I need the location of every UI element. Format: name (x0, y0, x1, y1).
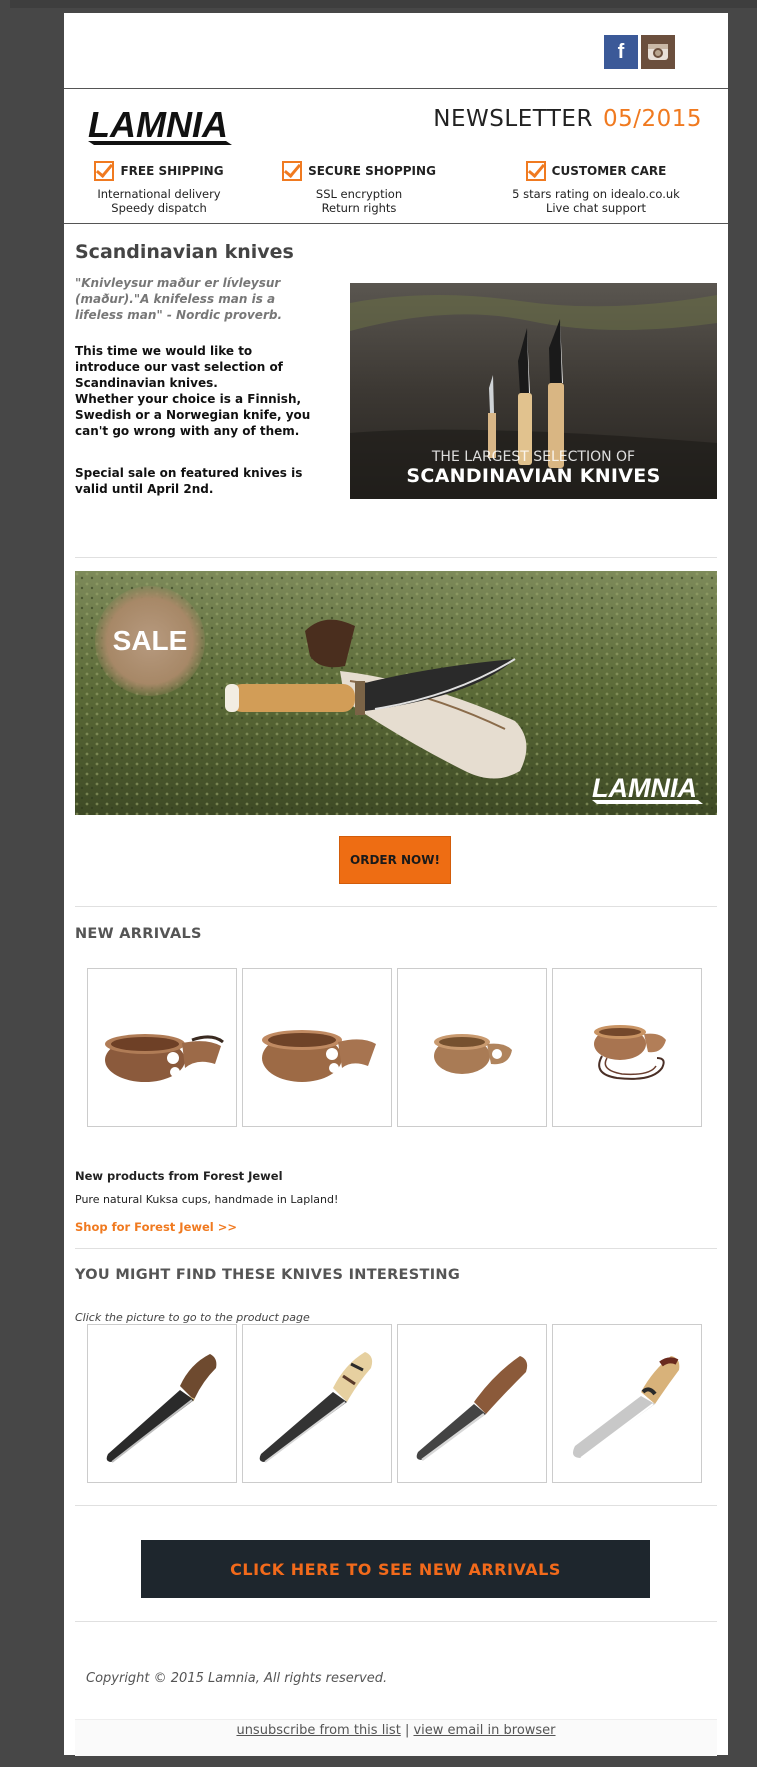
feature-line: Live chat support (545, 201, 647, 215)
knife-tile-2[interactable] (242, 1324, 392, 1483)
section-title-scandinavian-knives: Scandinavian knives (75, 241, 294, 263)
footer-links: unsubscribe from this list | view email … (64, 1723, 728, 1738)
feature-customer-care: CUSTOMER CARE 5 stars rating on idealo.c… (464, 161, 728, 215)
copyright-text: Copyright © 2015 Lamnia, All rights rese… (86, 1671, 388, 1686)
svg-text:LAMNIA: LAMNIA (592, 773, 697, 803)
divider (75, 1505, 717, 1506)
instagram-icon[interactable] (641, 35, 675, 69)
divider (75, 557, 717, 558)
feature-secure-shopping: SECURE SHOPPING SSL encryption Return ri… (254, 161, 464, 215)
knife-tile-4[interactable] (552, 1324, 702, 1483)
see-new-arrivals-button[interactable]: CLICK HERE TO SEE NEW ARRIVALS (141, 1540, 650, 1598)
feature-line: Speedy dispatch (111, 201, 207, 215)
feature-line: International delivery (97, 187, 221, 201)
intro-text: This time we would like to introduce our… (75, 343, 320, 439)
product-tile-kuksa-4[interactable] (552, 968, 702, 1127)
knife-tile-3[interactable] (397, 1324, 547, 1483)
caption-line: SCANDINAVIAN KNIVES (406, 465, 661, 487)
new-arrivals-grid (87, 968, 702, 1127)
feature-title: FREE SHIPPING (120, 164, 224, 178)
top-strip (10, 0, 757, 8)
feature-title: SECURE SHOPPING (308, 164, 436, 178)
new-arrivals-title: NEW ARRIVALS (75, 926, 202, 942)
footer-separator: | (404, 1723, 410, 1738)
feature-free-shipping: FREE SHIPPING International delivery Spe… (64, 161, 254, 215)
social-links: f (604, 35, 675, 69)
sale-badge: SALE (95, 586, 205, 696)
issue-number: 05/2015 (602, 106, 702, 132)
knives-grid (87, 1324, 702, 1483)
newsletter-container: f LAMNIA NEWSLETTER 05/2015 FREE SHIPPING… (64, 13, 728, 1756)
intro-paragraph: This time we would like to introduce our… (75, 344, 283, 390)
facebook-icon[interactable]: f (604, 35, 638, 69)
check-icon (94, 161, 115, 181)
new-products-description: Pure natural Kuksa cups, handmade in Lap… (75, 1193, 339, 1206)
divider (75, 906, 717, 907)
newsletter-heading: NEWSLETTER 05/2015 (433, 106, 702, 132)
divider (75, 1248, 717, 1249)
sale-note: Special sale on featured knives is valid… (75, 466, 303, 496)
knife-tile-1[interactable] (87, 1324, 237, 1483)
product-tile-kuksa-1[interactable] (87, 968, 237, 1127)
feature-line: Return rights (321, 201, 397, 215)
feature-line: 5 stars rating on idealo.co.uk (512, 187, 680, 201)
features-divider (64, 223, 728, 224)
knives-interesting-title: YOU MIGHT FIND THESE KNIVES INTERESTING (75, 1267, 461, 1283)
order-now-button[interactable]: ORDER NOW! (339, 836, 451, 884)
intro-paragraph: Whether your choice is a Finnish, Swedis… (75, 392, 311, 438)
header-divider (64, 88, 728, 89)
check-icon (282, 161, 303, 181)
knives-hint: Click the picture to go to the product p… (75, 1311, 310, 1324)
feature-title: CUSTOMER CARE (551, 164, 667, 178)
banner-logo: LAMNIA (590, 771, 705, 809)
feature-line: SSL encryption (315, 187, 403, 201)
product-tile-kuksa-3[interactable] (397, 968, 547, 1127)
proverb-text: "Knivleysur maður er lívleysur (maður)."… (75, 276, 283, 322)
caption-line: THE LARGEST SELECTION OF (431, 449, 636, 465)
features-row: FREE SHIPPING International delivery Spe… (64, 161, 728, 215)
newsletter-label: NEWSLETTER (433, 106, 593, 132)
new-products-title: New products from Forest Jewel (75, 1169, 283, 1183)
lamnia-logo[interactable]: LAMNIA (86, 103, 236, 149)
svg-text:LAMNIA: LAMNIA (88, 104, 228, 145)
product-tile-kuksa-2[interactable] (242, 968, 392, 1127)
unsubscribe-link[interactable]: unsubscribe from this list (236, 1723, 400, 1738)
view-in-browser-link[interactable]: view email in browser (413, 1723, 555, 1738)
divider (75, 1621, 717, 1622)
sale-banner-image[interactable]: SALE LAMNIA (75, 571, 717, 815)
shop-forest-jewel-link[interactable]: Shop for Forest Jewel >> (75, 1220, 237, 1234)
scandinavian-knives-image[interactable]: THE LARGEST SELECTION OF SCANDINAVIAN KN… (350, 283, 717, 499)
check-icon (525, 161, 546, 181)
image-caption: THE LARGEST SELECTION OF SCANDINAVIAN KN… (350, 449, 717, 487)
